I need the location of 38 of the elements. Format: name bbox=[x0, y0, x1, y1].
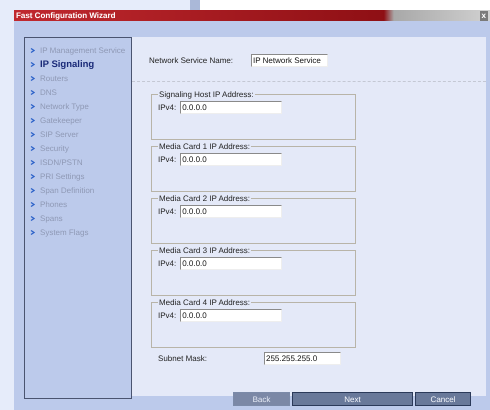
chevron-icon bbox=[30, 202, 35, 207]
input-field[interactable]: 0.0.0.0 bbox=[180, 205, 282, 218]
chevron-icon bbox=[30, 146, 35, 151]
sidebar-item[interactable]: IP Signaling bbox=[30, 58, 131, 71]
chevron-icon bbox=[30, 174, 35, 179]
input-field[interactable]: 255.255.255.0 bbox=[264, 352, 341, 365]
field-label: IPv4: bbox=[158, 311, 176, 320]
chevron-icon bbox=[30, 76, 35, 81]
chevron-icon bbox=[30, 62, 35, 67]
chevron-icon bbox=[30, 118, 35, 123]
group-title: Media Card 3 IP Address: bbox=[158, 246, 252, 255]
group-title: Media Card 1 IP Address: bbox=[158, 142, 252, 151]
input-field[interactable]: 0.0.0.0 bbox=[180, 101, 282, 114]
chevron-icon bbox=[30, 132, 35, 137]
chevron-icon bbox=[30, 160, 35, 165]
chevron-icon bbox=[30, 90, 35, 95]
input-field[interactable]: 0.0.0.0 bbox=[180, 257, 282, 270]
wizard-button[interactable]: Cancel bbox=[415, 392, 471, 406]
group-title: Media Card 4 IP Address: bbox=[158, 298, 252, 307]
field-label: IPv4: bbox=[158, 207, 176, 216]
window-title: Fast Configuration Wizard bbox=[16, 11, 116, 20]
field-label: Network Service Name: bbox=[149, 56, 234, 65]
input-field[interactable]: 0.0.0.0 bbox=[180, 309, 282, 322]
field-label: IPv4: bbox=[158, 155, 176, 164]
chevron-icon bbox=[30, 216, 35, 221]
field-label: IPv4: bbox=[158, 103, 176, 112]
input-field[interactable]: IP Network Service bbox=[251, 54, 328, 67]
field-label: Subnet Mask: bbox=[158, 354, 208, 363]
input-field[interactable]: 0.0.0.0 bbox=[180, 153, 282, 166]
wizard-button[interactable]: Next bbox=[292, 392, 413, 406]
field-label: IPv4: bbox=[158, 259, 176, 268]
chevron-icon bbox=[30, 188, 35, 193]
group-title: Signaling Host IP Address: bbox=[158, 90, 255, 99]
group-title: Media Card 2 IP Address: bbox=[158, 194, 252, 203]
close-button[interactable]: x bbox=[480, 10, 488, 20]
chevron-icon bbox=[30, 230, 35, 235]
chevron-icon bbox=[30, 104, 35, 109]
chevron-icon bbox=[30, 48, 35, 53]
